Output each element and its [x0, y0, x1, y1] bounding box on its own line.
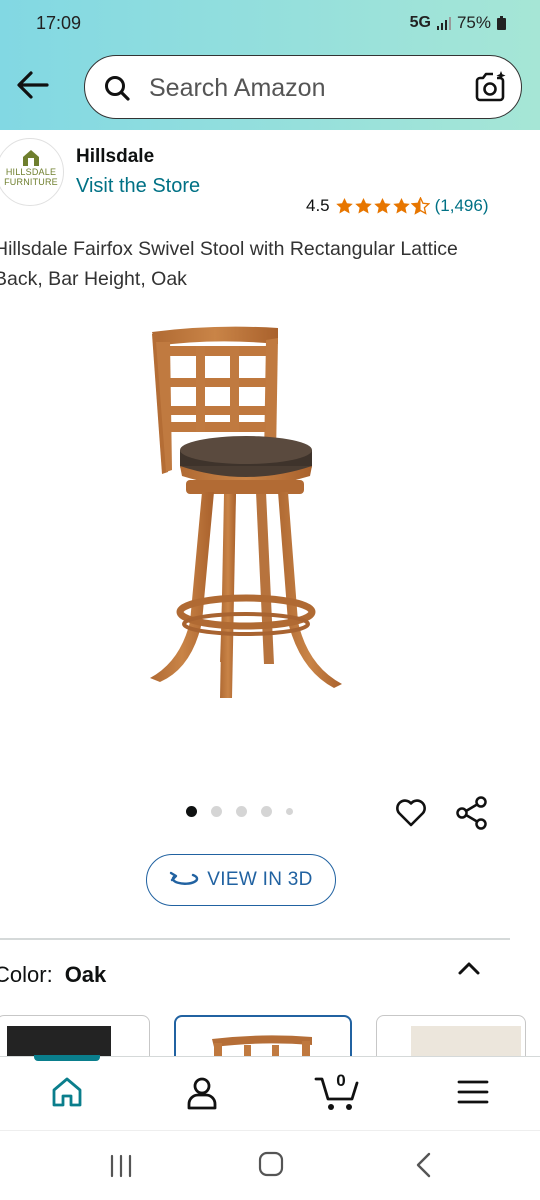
brand-logo-text: HILLSDALE FURNITURE [4, 167, 58, 187]
carousel-dot[interactable] [286, 808, 293, 815]
star-full-icon [392, 197, 410, 214]
carousel-dot[interactable] [211, 806, 222, 817]
star-full-icon [335, 197, 353, 214]
view-in-3d-label: VIEW IN 3D [207, 869, 313, 890]
search-placeholder: Search Amazon [149, 74, 326, 102]
status-time: 17:09 [36, 13, 82, 33]
account-icon[interactable] [184, 1075, 220, 1111]
color-label: Color: [0, 962, 53, 987]
system-home-icon[interactable] [258, 1151, 284, 1177]
color-selector-header[interactable]: Color: Oak [0, 962, 106, 988]
wishlist-heart-icon[interactable] [394, 796, 428, 830]
nav-active-indicator [34, 1055, 100, 1061]
product-title: Hillsdale Fairfox Swivel Stool with Rect… [0, 238, 458, 290]
star-full-icon [354, 197, 372, 214]
camera-search-icon[interactable] [473, 70, 507, 104]
brand-logo[interactable]: HILLSDALE FURNITURE [0, 138, 64, 206]
share-icon[interactable] [454, 795, 490, 831]
rating-count[interactable]: (1,496) [435, 196, 489, 216]
view-in-3d-button[interactable]: VIEW IN 3D [146, 854, 336, 906]
carousel-dot[interactable] [261, 806, 272, 817]
star-full-icon [373, 197, 391, 214]
bottom-navigation: 0 [0, 1055, 540, 1130]
brand-name: Hillsdale [76, 146, 155, 167]
carousel-dot[interactable] [236, 806, 247, 817]
visit-store-link[interactable]: Visit the Store [76, 175, 200, 198]
home-icon[interactable] [50, 1075, 84, 1109]
battery-percent: 75% [456, 13, 491, 32]
rotate-3d-icon [170, 871, 199, 885]
chevron-up-icon[interactable] [456, 958, 482, 980]
system-back-icon[interactable] [412, 1151, 436, 1179]
menu-icon[interactable] [456, 1077, 490, 1107]
section-divider [0, 938, 510, 940]
search-input[interactable]: Search Amazon [84, 55, 522, 119]
color-value: Oak [64, 962, 107, 987]
brand-house-icon [23, 150, 39, 166]
battery-icon [497, 16, 506, 30]
back-arrow-icon[interactable] [14, 68, 52, 102]
star-half-icon [410, 197, 430, 215]
system-navigation-bar [0, 1130, 540, 1200]
network-type: 5G [409, 14, 431, 31]
search-icon [105, 76, 130, 101]
image-carousel-dots[interactable] [186, 806, 293, 817]
product-image[interactable] [140, 322, 360, 708]
signal-icon [436, 17, 451, 30]
carousel-dot[interactable] [186, 806, 197, 817]
app-header: 17:09 5G 75% Search Amazon [0, 0, 540, 130]
status-bar: 17:09 5G 75% [0, 0, 540, 46]
status-indicators: 5G 75% [410, 13, 506, 33]
recent-apps-icon[interactable] [108, 1153, 134, 1179]
rating-summary[interactable]: 4.5 (1,496) [306, 196, 489, 216]
star-rating [335, 197, 430, 215]
cart-count-badge: 0 [336, 1071, 346, 1090]
rating-value: 4.5 [306, 196, 330, 215]
